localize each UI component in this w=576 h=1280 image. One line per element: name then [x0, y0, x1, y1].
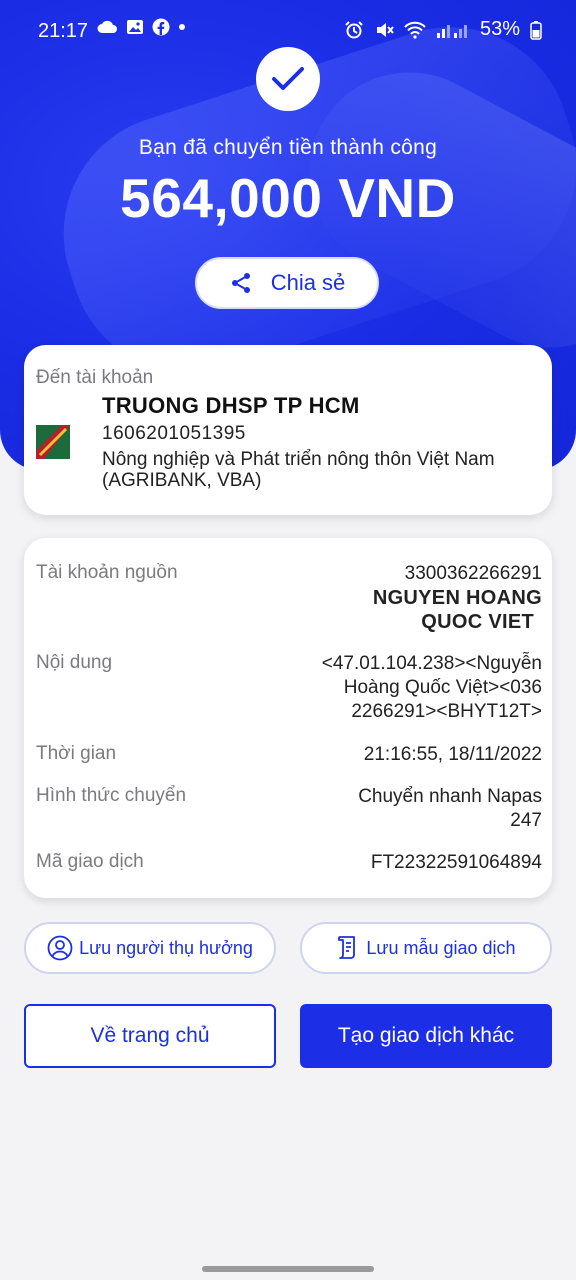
- success-check-icon: [256, 47, 320, 111]
- battery-percent: 53%: [479, 18, 520, 40]
- method-label: Hình thức chuyển: [36, 785, 187, 806]
- recipient-name: TRUONG DHSP TP HCM: [102, 393, 360, 418]
- content-label: Nội dung: [36, 652, 113, 673]
- wifi-icon: [404, 21, 426, 39]
- alarm-icon: [344, 20, 364, 40]
- agribank-logo-icon: [36, 425, 70, 459]
- transaction-id-label: Mã giao dịch: [36, 851, 144, 872]
- destination-card: Đến tài khoản TRUONG DHSP TP HCM 1606201…: [24, 345, 552, 515]
- recipient-bank: Nông nghiệp và Phát triển nông thôn Việt…: [102, 449, 495, 491]
- time-label: Thời gian: [36, 743, 117, 764]
- source-account-row: Tài khoản nguồn 3300362266291 NGUYEN HOA…: [36, 562, 542, 634]
- document-icon: [336, 935, 360, 961]
- source-account-name-line1: NGUYEN HOANG: [372, 587, 542, 609]
- content-value: <47.01.104.238><Nguyễn Hoàng Quốc Việt><…: [322, 652, 542, 724]
- destination-label: Đến tài khoản: [36, 367, 154, 388]
- status-time: 21:17: [38, 20, 89, 42]
- method-value: Chuyển nhanh Napas 247: [358, 785, 542, 833]
- source-account-number: 3300362266291: [404, 563, 542, 584]
- transfer-amount: 564,000 VND: [120, 167, 456, 229]
- back-home-button[interactable]: Về trang chủ: [24, 1004, 276, 1068]
- image-icon: [126, 18, 144, 36]
- content-row: Nội dung <47.01.104.238><Nguyễn Hoàng Qu…: [36, 652, 542, 724]
- content-line: 2266291><BHYT12T>: [351, 701, 542, 722]
- mute-icon: [374, 20, 394, 40]
- save-template-button[interactable]: Lưu mẫu giao dịch: [300, 922, 552, 974]
- share-button[interactable]: Chia sẻ: [195, 257, 379, 309]
- recipient-account: 1606201051395: [102, 423, 246, 444]
- home-indicator[interactable]: [202, 1266, 374, 1272]
- source-account-name-line2: QUOC VIET: [421, 611, 534, 633]
- share-label: Chia sẻ: [270, 270, 346, 295]
- transaction-id-row: Mã giao dịch FT22322591064894: [36, 851, 542, 875]
- battery-icon: [530, 20, 542, 40]
- save-template-label: Lưu mẫu giao dịch: [366, 937, 516, 958]
- success-message: Bạn đã chuyển tiền thành công: [138, 136, 438, 159]
- cloud-icon: [96, 19, 118, 35]
- method-row: Hình thức chuyển Chuyển nhanh Napas 247: [36, 785, 542, 833]
- method-line: Chuyển nhanh Napas: [358, 786, 542, 807]
- transaction-id-value: FT22322591064894: [370, 852, 542, 873]
- save-beneficiary-button[interactable]: Lưu người thụ hưởng: [24, 922, 276, 974]
- facebook-icon: [152, 18, 170, 36]
- dot-icon: [178, 23, 186, 31]
- time-row: Thời gian 21:16:55, 18/11/2022: [36, 743, 542, 767]
- source-account-value: 3300362266291 NGUYEN HOANG QUOC VIET: [373, 562, 542, 634]
- new-transaction-button[interactable]: Tạo giao dịch khác: [300, 1004, 552, 1068]
- save-beneficiary-label: Lưu người thụ hưởng: [79, 937, 253, 958]
- user-circle-icon: [47, 935, 73, 961]
- content-line: Hoàng Quốc Việt><036: [343, 677, 542, 698]
- share-icon: [229, 271, 253, 295]
- signal-icon: [436, 21, 470, 39]
- method-line: 247: [510, 810, 542, 831]
- time-value: 21:16:55, 18/11/2022: [363, 744, 542, 765]
- content-line: <47.01.104.238><Nguyễn: [321, 653, 542, 674]
- source-account-label: Tài khoản nguồn: [36, 562, 178, 583]
- transaction-details-card: Tài khoản nguồn 3300362266291 NGUYEN HOA…: [24, 538, 552, 898]
